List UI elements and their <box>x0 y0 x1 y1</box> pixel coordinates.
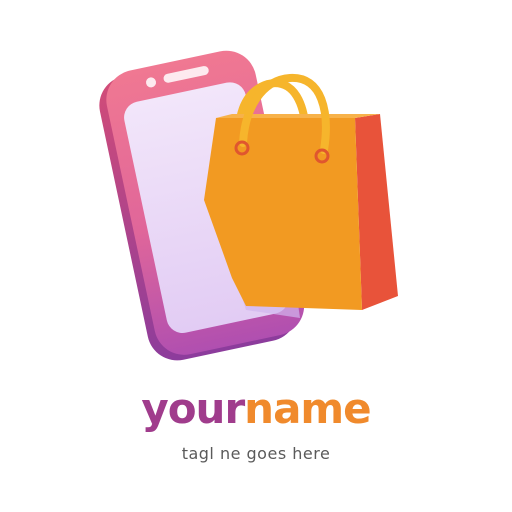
brand-name-first: your <box>141 384 245 433</box>
tagline: tagl ne goes here <box>181 444 331 463</box>
brand-name: yourname <box>0 384 512 434</box>
brand-name-second: name <box>244 384 371 433</box>
bag-side <box>355 114 398 310</box>
phone-with-shopping-bag-icon <box>99 50 398 361</box>
logo: yourname tagl ne goes here <box>0 0 512 512</box>
bag-top-fold <box>216 114 380 118</box>
